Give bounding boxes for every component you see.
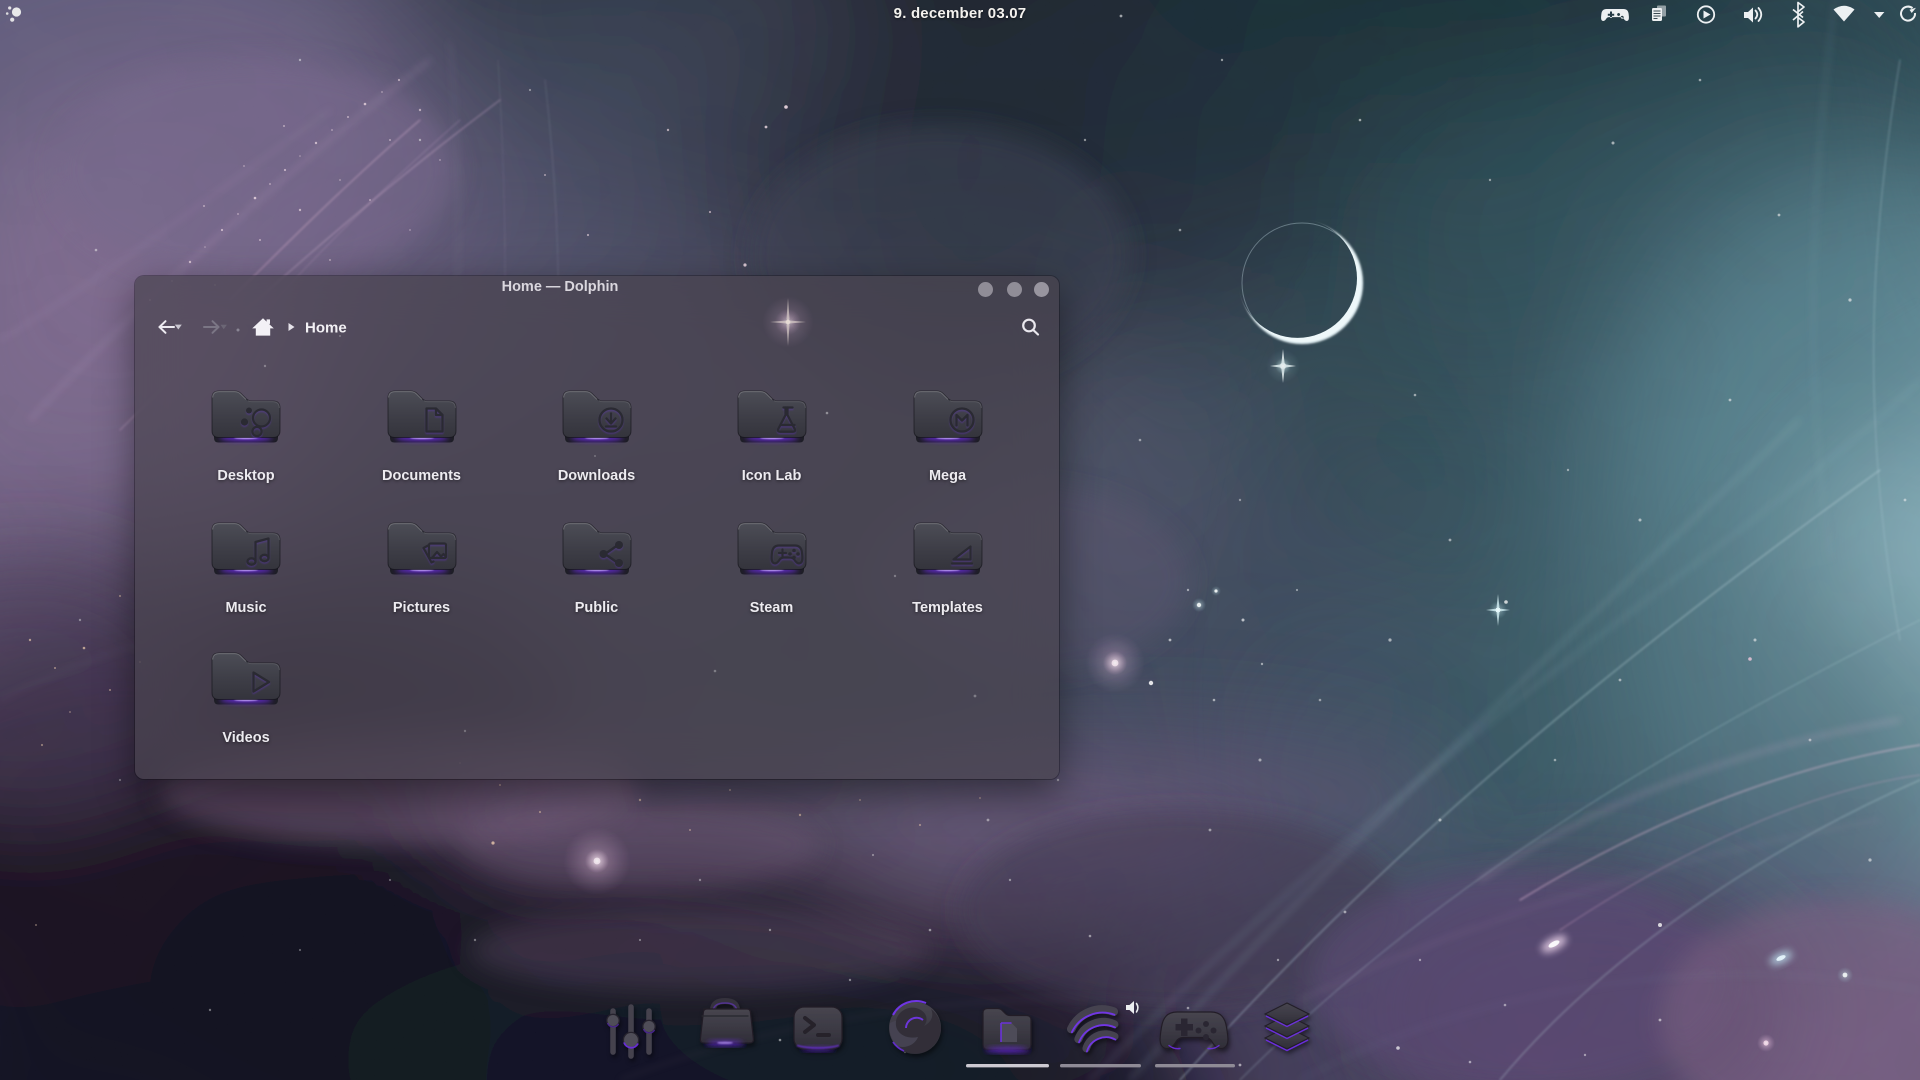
svg-text:Home: Home — [305, 320, 347, 337]
